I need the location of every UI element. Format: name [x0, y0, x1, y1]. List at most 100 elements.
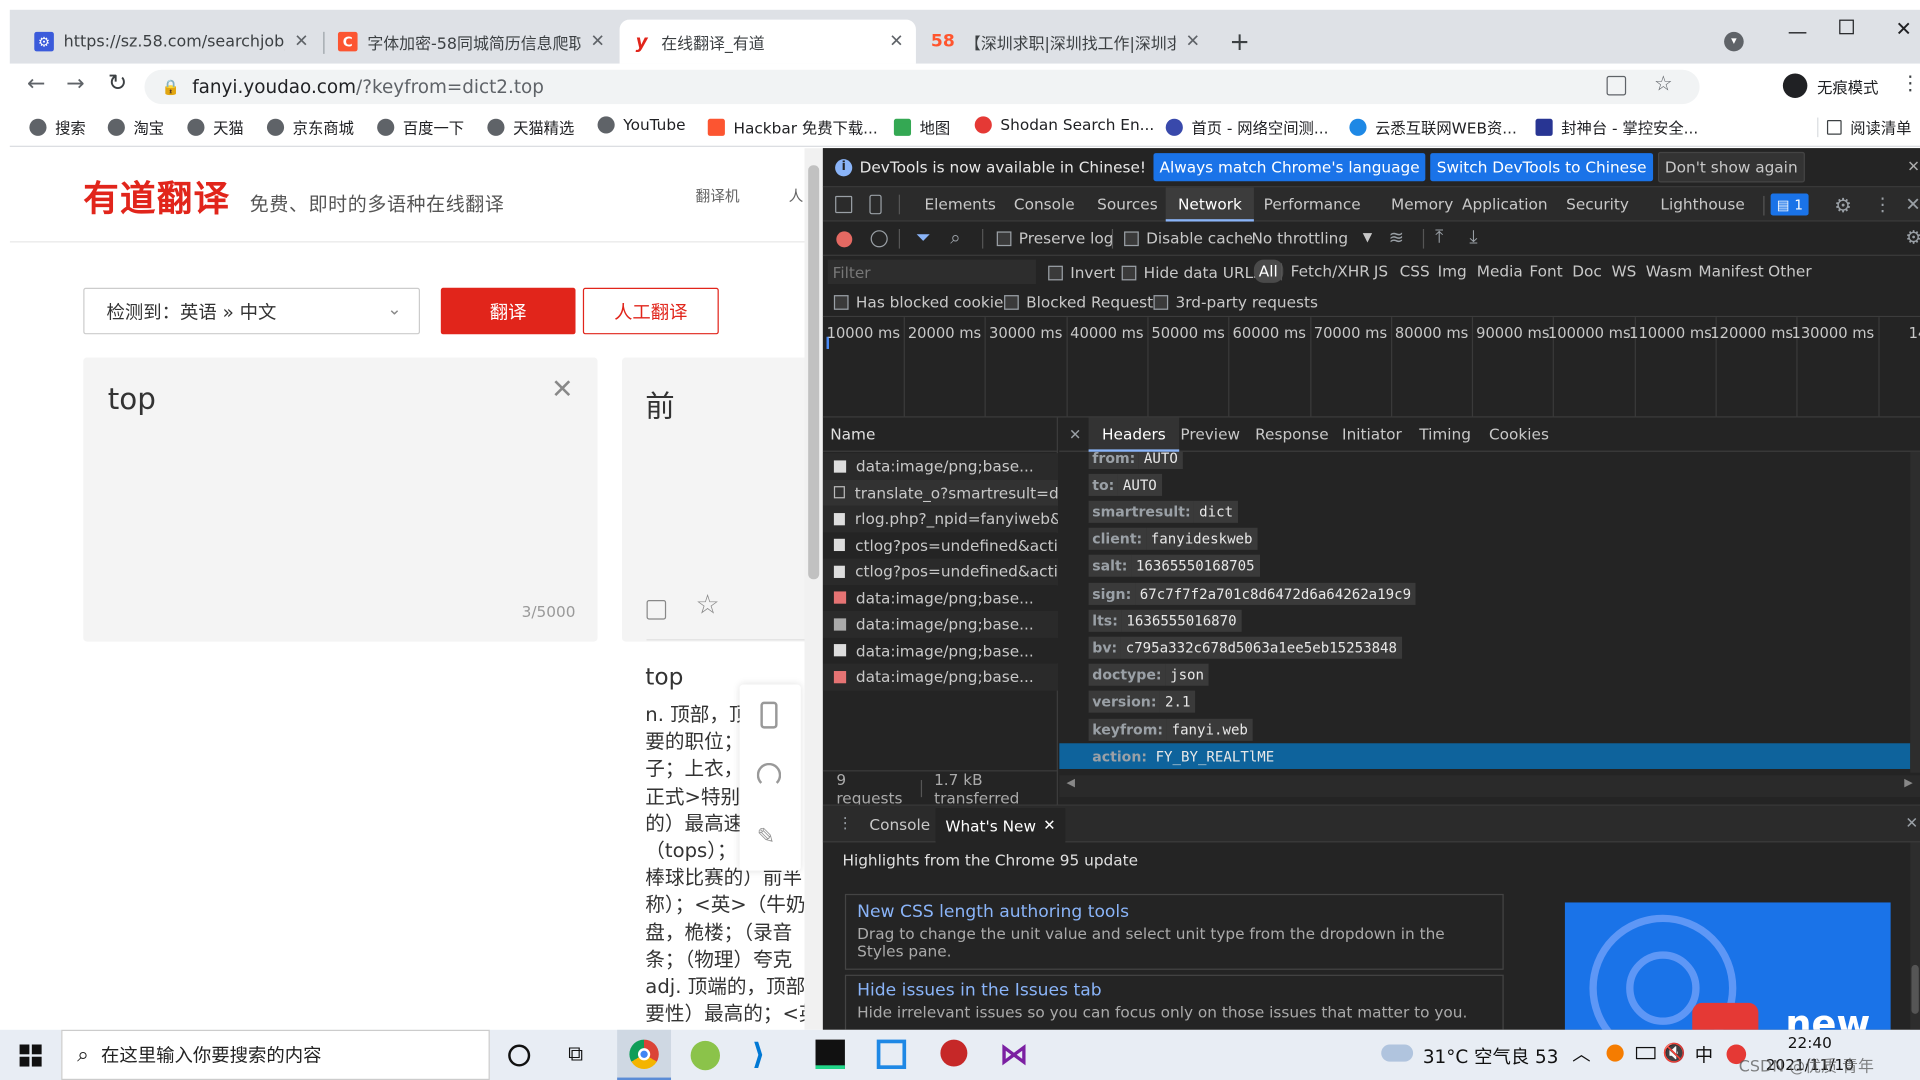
- source-input-box[interactable]: top ✕ 3/5000: [83, 357, 598, 642]
- close-detail-icon[interactable]: ✕: [1069, 426, 1081, 443]
- request-row[interactable]: ctlog?pos=undefined&acti...: [822, 558, 1058, 585]
- back-icon[interactable]: ←: [27, 71, 45, 97]
- app-icon[interactable]: [690, 1040, 721, 1071]
- disable-cache-checkbox[interactable]: Disable cache: [1124, 229, 1253, 247]
- nav-translator-device[interactable]: 翻译机: [696, 185, 740, 206]
- type-filter-fetch-xhr[interactable]: Fetch/XHR: [1291, 262, 1370, 280]
- source-text[interactable]: top: [108, 382, 156, 416]
- preserve-log-checkbox[interactable]: Preserve log: [996, 229, 1113, 247]
- tab-network[interactable]: Network: [1165, 187, 1255, 222]
- tray-app-icon[interactable]: [1606, 1044, 1624, 1062]
- tab-elements[interactable]: Elements: [924, 187, 995, 221]
- copy-icon[interactable]: [646, 600, 667, 620]
- tab-sources[interactable]: Sources: [1097, 187, 1158, 221]
- form-data-row[interactable]: keyfrom: fanyi.web: [1059, 716, 1910, 742]
- form-data-row[interactable]: doctype: json: [1059, 662, 1910, 688]
- minimize-icon[interactable]: —: [1788, 20, 1808, 43]
- request-row[interactable]: data:image/png;base...: [822, 453, 1058, 480]
- request-row[interactable]: data:image/png;base...: [822, 611, 1058, 638]
- nav-item[interactable]: 人: [789, 185, 804, 206]
- request-row[interactable]: data:image/png;base...: [822, 637, 1058, 664]
- network-conditions-icon[interactable]: ≋: [1389, 227, 1404, 249]
- drawer-tab-whats-new[interactable]: What's New ✕: [935, 808, 1066, 843]
- type-filter-ws[interactable]: WS: [1611, 262, 1636, 280]
- search-icon[interactable]: ⌕: [950, 227, 960, 249]
- address-bar[interactable]: 🔒 fanyi.youdao.com /?keyfrom=dict2.top ☆: [144, 69, 1700, 105]
- request-row[interactable]: rlog.php?_npid=fanyiweb&...: [822, 505, 1058, 533]
- app-icon[interactable]: [876, 1039, 907, 1069]
- chrome-taskbar-button[interactable]: [617, 1029, 672, 1080]
- invert-checkbox[interactable]: Invert: [1048, 263, 1115, 282]
- bookmark-item[interactable]: 地图: [893, 115, 950, 138]
- horizontal-scrollbar[interactable]: ◀ ▶: [1059, 775, 1920, 798]
- type-filter-media[interactable]: Media: [1477, 262, 1523, 280]
- form-data-row[interactable]: salt: 16365550168705: [1059, 553, 1910, 579]
- bookmark-item[interactable]: 百度一下: [377, 115, 464, 138]
- type-filter-img[interactable]: Img: [1438, 262, 1467, 280]
- form-data-row[interactable]: version: 2.1: [1059, 689, 1910, 715]
- issues-badge[interactable]: ▤ 1: [1770, 193, 1810, 216]
- tab-initiator[interactable]: Initiator: [1342, 418, 1402, 452]
- hide-data-urls-checkbox[interactable]: Hide data URLs: [1121, 263, 1261, 282]
- always-match-language-button[interactable]: Always match Chrome's language: [1153, 153, 1426, 182]
- weather-text[interactable]: 31°C 空气良 53: [1423, 1043, 1559, 1069]
- tab-application[interactable]: Application: [1462, 187, 1548, 221]
- type-filter-doc[interactable]: Doc: [1572, 262, 1602, 280]
- filter-icon[interactable]: ⏷: [916, 227, 931, 249]
- close-drawer-icon[interactable]: ✕: [1905, 813, 1918, 831]
- bookmark-item[interactable]: 天猫精选: [487, 115, 574, 138]
- vscode-icon[interactable]: ⟩: [752, 1037, 765, 1071]
- pycharm-icon[interactable]: [815, 1039, 845, 1069]
- form-data-row[interactable]: to: AUTO: [1059, 472, 1910, 498]
- tab-preview[interactable]: Preview: [1180, 418, 1240, 452]
- clock-time[interactable]: 22:40: [1788, 1033, 1832, 1051]
- device-toolbar-icon[interactable]: [869, 194, 882, 215]
- form-data-row[interactable]: lts: 1636555016870: [1059, 608, 1910, 634]
- bookmark-item[interactable]: 封神台 - 掌控安全...: [1535, 115, 1698, 138]
- close-tab-icon[interactable]: ✕: [1186, 32, 1200, 52]
- filter-input[interactable]: Filter: [827, 259, 1036, 285]
- drawer-scrollbar[interactable]: [1910, 842, 1920, 1030]
- bookmark-item[interactable]: 首页 - 网络空间测...: [1165, 115, 1328, 138]
- tab-cookies[interactable]: Cookies: [1489, 418, 1549, 452]
- bookmark-item[interactable]: 京东商城: [266, 115, 354, 138]
- bookmark-item[interactable]: 搜索: [29, 115, 86, 138]
- type-filter-wasm[interactable]: Wasm: [1646, 262, 1692, 280]
- settings-gear-icon[interactable]: ⚙: [1834, 193, 1852, 216]
- record-icon[interactable]: [836, 231, 853, 248]
- windows-start-icon[interactable]: [19, 1044, 42, 1067]
- export-har-icon[interactable]: ⤓: [1469, 225, 1477, 247]
- import-har-icon[interactable]: ⤒: [1435, 225, 1443, 247]
- form-data-row[interactable]: sign: 67c7f7f2a701c8d6472d6a64262a19c9: [1059, 580, 1910, 606]
- form-data-row[interactable]: client: fanyideskweb: [1059, 526, 1910, 552]
- new-tab-button[interactable]: +: [1229, 27, 1250, 56]
- page-scrollbar[interactable]: [804, 148, 823, 1030]
- forward-icon[interactable]: →: [66, 71, 84, 97]
- drawer-tab-console[interactable]: Console: [869, 808, 930, 842]
- tab-console[interactable]: Console: [1014, 187, 1075, 221]
- app-icon[interactable]: [940, 1039, 968, 1067]
- request-row[interactable]: ctlog?pos=undefined&acti...: [822, 532, 1058, 559]
- more-options-icon[interactable]: ⋮: [1873, 193, 1891, 215]
- tab-headers[interactable]: Headers: [1088, 417, 1180, 452]
- form-data-row[interactable]: smartresult: dict: [1059, 499, 1910, 525]
- edit-icon[interactable]: ✎: [757, 824, 775, 850]
- request-row[interactable]: translate_o?smartresult=dic...: [822, 479, 1058, 506]
- mobile-app-icon[interactable]: [760, 701, 778, 729]
- type-filter-font[interactable]: Font: [1529, 262, 1562, 280]
- browser-tab-58-search[interactable]: ⚙ https://sz.58.com/searchjob_£ ✕: [22, 20, 321, 64]
- play-video-icon[interactable]: [1692, 1002, 1759, 1030]
- task-view-icon[interactable]: ⧉: [568, 1042, 583, 1066]
- close-banner-icon[interactable]: ✕: [1907, 157, 1920, 175]
- clear-icon[interactable]: [870, 230, 888, 248]
- volume-muted-icon[interactable]: 🔇: [1663, 1042, 1686, 1064]
- has-blocked-cookies-checkbox[interactable]: Has blocked cookies: [833, 293, 1011, 311]
- human-translate-button[interactable]: 人工翻译: [582, 287, 719, 335]
- whats-new-video-thumbnail[interactable]: new: [1564, 902, 1891, 1030]
- news-card[interactable]: Hide issues in the Issues tab Hide irrel…: [844, 974, 1504, 1030]
- bookmark-item[interactable]: 淘宝: [107, 115, 164, 138]
- bookmark-item[interactable]: YouTube: [597, 115, 686, 133]
- cortana-icon[interactable]: [508, 1044, 531, 1067]
- request-row[interactable]: data:image/png;base...: [822, 663, 1058, 691]
- close-tab-icon[interactable]: ✕: [889, 32, 903, 52]
